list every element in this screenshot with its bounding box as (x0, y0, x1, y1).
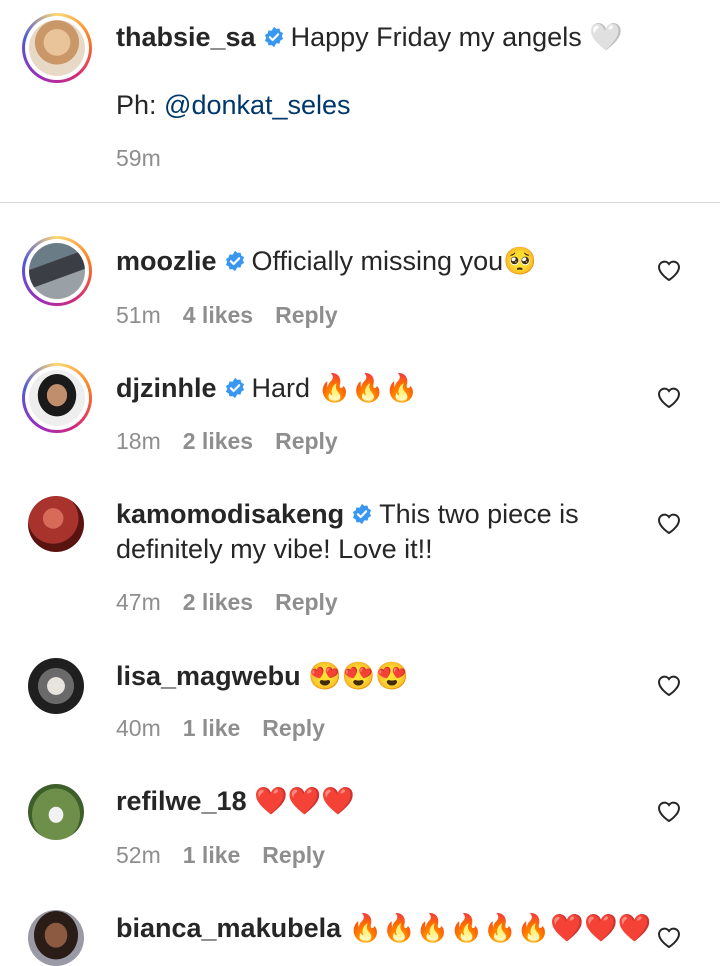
divider (0, 202, 720, 203)
comment-line: refilwe_18 ❤️❤️❤️ (116, 783, 355, 819)
avatar-story-ring[interactable] (22, 363, 92, 433)
username[interactable]: thabsie_sa (116, 22, 256, 52)
timestamp: 51m (116, 302, 161, 328)
username[interactable]: djzinhle (116, 373, 217, 403)
comment-text: 🔥🔥🔥🔥🔥🔥❤️❤️❤️ (348, 913, 652, 943)
comment-meta: 47m 2 likes Reply (116, 588, 338, 616)
avatar[interactable] (28, 496, 84, 552)
avatar[interactable] (28, 658, 84, 714)
avatar[interactable] (29, 243, 85, 299)
comment-meta: 40m 1 like Reply (116, 714, 325, 742)
username[interactable]: moozlie (116, 246, 217, 276)
like-heart-icon[interactable] (656, 511, 682, 535)
like-heart-icon[interactable] (656, 799, 682, 823)
comment-line: lisa_magwebu 😍😍😍 (116, 658, 409, 694)
timestamp: 40m (116, 715, 161, 741)
comment-line: bianca_makubela 🔥🔥🔥🔥🔥🔥❤️❤️❤️ (116, 910, 651, 946)
verified-badge-icon (264, 26, 283, 48)
like-heart-icon[interactable] (656, 385, 682, 409)
reply-button[interactable]: Reply (275, 589, 338, 615)
reply-button[interactable]: Reply (262, 715, 325, 741)
comment-line: kamomodisakeng This two piece is (116, 496, 579, 532)
reply-button[interactable]: Reply (275, 302, 338, 328)
likes-count[interactable]: 2 likes (183, 589, 253, 615)
verified-badge-icon (225, 250, 244, 272)
caption-line: thabsie_sa Happy Friday my angels 🤍 (116, 19, 623, 55)
comment-meta: 18m 2 likes Reply (116, 427, 338, 455)
avatar[interactable] (28, 910, 84, 966)
reply-button[interactable]: Reply (275, 428, 338, 454)
reply-button[interactable]: Reply (262, 842, 325, 868)
avatar-story-ring[interactable] (22, 13, 92, 83)
comment-text-continued: definitely my vibe! Love it!! (116, 534, 433, 564)
username[interactable]: kamomodisakeng (116, 499, 344, 529)
username[interactable]: bianca_makubela (116, 913, 341, 943)
likes-count[interactable]: 2 likes (183, 428, 253, 454)
post-caption: thabsie_sa Happy Friday my angels 🤍 Ph: @… (0, 0, 720, 202)
caption-credit-prefix: Ph: (116, 90, 165, 120)
timestamp: 59m (116, 145, 161, 171)
caption-text: Happy Friday my angels 🤍 (290, 22, 623, 52)
avatar[interactable] (29, 370, 85, 426)
likes-count[interactable]: 1 like (183, 715, 241, 741)
caption-credit: Ph: @donkat_seles (116, 87, 351, 123)
likes-count[interactable]: 4 likes (183, 302, 253, 328)
timestamp: 18m (116, 428, 161, 454)
like-heart-icon[interactable] (656, 258, 682, 282)
username[interactable]: lisa_magwebu (116, 661, 301, 691)
username[interactable]: refilwe_18 (116, 786, 247, 816)
comment-line: djzinhle Hard 🔥🔥🔥 (116, 370, 418, 406)
like-heart-icon[interactable] (656, 673, 682, 697)
comment-meta: 52m 1 like Reply (116, 841, 325, 869)
comment-text: ❤️❤️❤️ (254, 786, 355, 816)
caption-meta: 59m (116, 144, 183, 172)
avatar-story-ring[interactable] (22, 236, 92, 306)
avatar[interactable] (28, 784, 84, 840)
comment-line: moozlie Officially missing you🥺 (116, 243, 537, 279)
mention-link[interactable]: @donkat_seles (164, 90, 351, 120)
comment-text: Officially missing you🥺 (251, 246, 537, 276)
verified-badge-icon (353, 503, 372, 525)
timestamp: 52m (116, 842, 161, 868)
verified-badge-icon (225, 377, 244, 399)
comment-text: Hard 🔥🔥🔥 (251, 373, 419, 403)
timestamp: 47m (116, 589, 161, 615)
comment-text: 😍😍😍 (308, 661, 409, 691)
like-heart-icon[interactable] (656, 925, 682, 949)
likes-count[interactable]: 1 like (183, 842, 241, 868)
comment-meta: 51m 4 likes Reply (116, 301, 338, 329)
avatar[interactable] (29, 20, 85, 76)
comment-text: This two piece is (379, 499, 579, 529)
